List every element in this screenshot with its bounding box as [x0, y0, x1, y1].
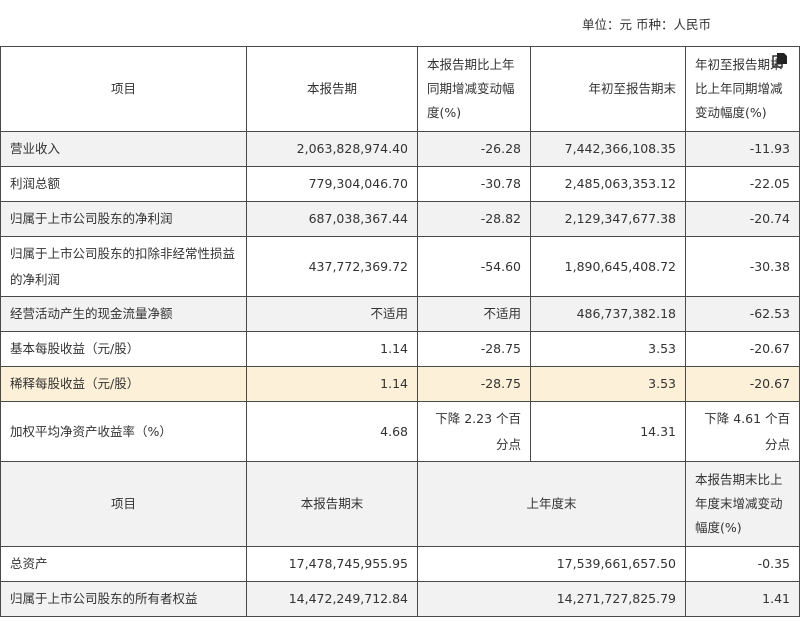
- table-row: 加权平均净资产收益率（%） 4.68 下降 2.23 个百分点 14.31 下降…: [0, 401, 800, 462]
- row-item: 营业收入: [0, 131, 247, 167]
- header-current-period: 本报告期: [246, 46, 418, 132]
- header-ytd: 年初至报告期末: [530, 46, 686, 132]
- row-current: 779,304,046.70: [246, 166, 418, 202]
- financial-data-table: 项目 本报告期 本报告期比上年同期增减变动幅度(%) 年初至报告期末 年初至报告…: [0, 46, 800, 617]
- row2-last-year-end: 14,271,727,825.79: [417, 581, 686, 617]
- row-current-change: -28.75: [417, 331, 531, 367]
- row-item: 基本每股收益（元/股）: [0, 331, 247, 367]
- table-row: 归属于上市公司股东的所有者权益 14,472,249,712.84 14,271…: [0, 581, 800, 617]
- table-header-row-2: 项目 本报告期末 上年度末 本报告期末比上年度末增减变动幅度(%): [0, 461, 800, 547]
- row-ytd: 2,129,347,677.38: [530, 201, 686, 237]
- row-current-change: 下降 2.23 个百分点: [417, 401, 531, 462]
- row-ytd: 3.53: [530, 331, 686, 367]
- row-ytd-change: -30.38: [685, 236, 800, 297]
- table-row: 营业收入 2,063,828,974.40 -26.28 7,442,366,1…: [0, 131, 800, 167]
- row-current-change: -28.82: [417, 201, 531, 237]
- table-row: 总资产 17,478,745,955.95 17,539,661,657.50 …: [0, 546, 800, 582]
- row-current: 4.68: [246, 401, 418, 462]
- row-ytd: 7,442,366,108.35: [530, 131, 686, 167]
- row-current-change: -30.78: [417, 166, 531, 202]
- table-row: 归属于上市公司股东的扣除非经常性损益的净利润 437,772,369.72 -5…: [0, 236, 800, 297]
- row-current-change: -28.75: [417, 366, 531, 402]
- table-row-highlighted: 稀释每股收益（元/股） 1.14 -28.75 3.53 -20.67: [0, 366, 800, 402]
- header2-period-end: 本报告期末: [246, 461, 418, 547]
- row-item: 经营活动产生的现金流量净额: [0, 296, 247, 332]
- row-current-change: 不适用: [417, 296, 531, 332]
- table-row: 基本每股收益（元/股） 1.14 -28.75 3.53 -20.67: [0, 331, 800, 367]
- row-ytd-change: -22.05: [685, 166, 800, 202]
- table-row: 归属于上市公司股东的净利润 687,038,367.44 -28.82 2,12…: [0, 201, 800, 237]
- row2-period-end: 14,472,249,712.84: [246, 581, 418, 617]
- row-current: 687,038,367.44: [246, 201, 418, 237]
- row-current-change: -54.60: [417, 236, 531, 297]
- row-ytd-change: -62.53: [685, 296, 800, 332]
- row2-item: 归属于上市公司股东的所有者权益: [0, 581, 247, 617]
- row-current: 不适用: [246, 296, 418, 332]
- row-current-change: -26.28: [417, 131, 531, 167]
- header2-last-year-end: 上年度末: [417, 461, 686, 547]
- row-current: 2,063,828,974.40: [246, 131, 418, 167]
- row-item: 归属于上市公司股东的扣除非经常性损益的净利润: [0, 236, 247, 297]
- table-row: 经营活动产生的现金流量净额 不适用 不适用 486,737,382.18 -62…: [0, 296, 800, 332]
- header2-item: 项目: [0, 461, 247, 547]
- header2-change: 本报告期末比上年度末增减变动幅度(%): [685, 461, 800, 547]
- row-ytd: 1,890,645,408.72: [530, 236, 686, 297]
- row-ytd: 486,737,382.18: [530, 296, 686, 332]
- row-ytd-change: 下降 4.61 个百分点: [685, 401, 800, 462]
- row-item: 利润总额: [0, 166, 247, 202]
- table-row: 利润总额 779,304,046.70 -30.78 2,485,063,353…: [0, 166, 800, 202]
- row2-period-end: 17,478,745,955.95: [246, 546, 418, 582]
- header-ytd-change: 年初至报告期末比上年同期增减变动幅度(%): [685, 46, 800, 132]
- row-ytd-change: -20.67: [685, 366, 800, 402]
- row-current: 437,772,369.72: [246, 236, 418, 297]
- row-ytd-change: -20.74: [685, 201, 800, 237]
- row-ytd: 3.53: [530, 366, 686, 402]
- row-ytd-change: -11.93: [685, 131, 800, 167]
- row2-change: -0.35: [685, 546, 800, 582]
- unit-currency-label: 单位：元 币种：人民币: [582, 17, 711, 32]
- row2-last-year-end: 17,539,661,657.50: [417, 546, 686, 582]
- row-item: 加权平均净资产收益率（%）: [0, 401, 247, 462]
- row2-change: 1.41: [685, 581, 800, 617]
- row-ytd: 2,485,063,353.12: [530, 166, 686, 202]
- row-item: 稀释每股收益（元/股）: [0, 366, 247, 402]
- row-item: 归属于上市公司股东的净利润: [0, 201, 247, 237]
- table-header-row: 项目 本报告期 本报告期比上年同期增减变动幅度(%) 年初至报告期末 年初至报告…: [0, 46, 800, 132]
- row2-item: 总资产: [0, 546, 247, 582]
- row-current: 1.14: [246, 366, 418, 402]
- header-item: 项目: [0, 46, 247, 132]
- row-ytd-change: -20.67: [685, 331, 800, 367]
- row-ytd: 14.31: [530, 401, 686, 462]
- header-current-change: 本报告期比上年同期增减变动幅度(%): [417, 46, 531, 132]
- row-current: 1.14: [246, 331, 418, 367]
